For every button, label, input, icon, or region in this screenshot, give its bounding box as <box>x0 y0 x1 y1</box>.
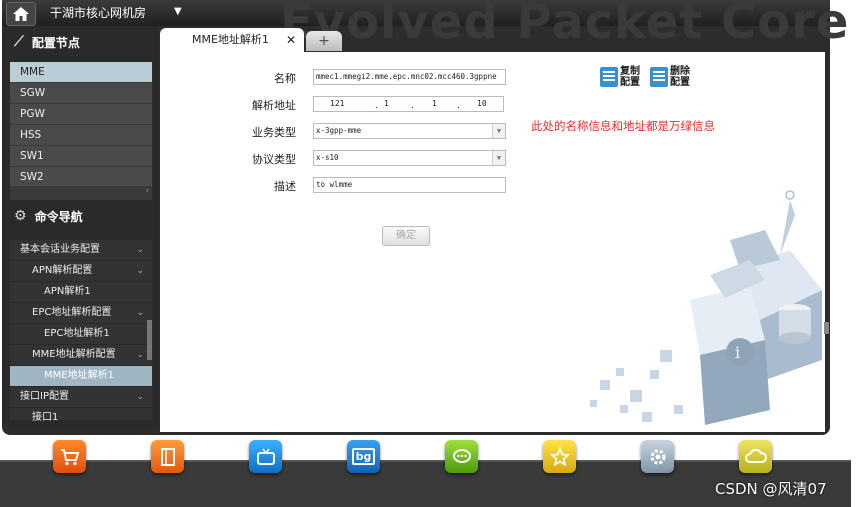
gear-icon: ⚙ <box>14 208 27 224</box>
home-icon <box>13 7 29 21</box>
calendar-text: bg <box>351 448 376 465</box>
cloud-sync-icon <box>744 448 767 463</box>
name-label: 名称 <box>274 72 296 85</box>
tree-item-epc1[interactable]: EPC地址解析1 <box>10 324 152 345</box>
config-nodes-title: 配置节点 <box>31 35 80 50</box>
tree-item-basic-session[interactable]: 基本会话业务配置 ⌄ <box>10 240 152 261</box>
tree-scrollbar[interactable] <box>147 320 152 360</box>
add-tab-button[interactable]: + <box>306 31 342 51</box>
command-nav-title: 命令导航 <box>34 209 83 224</box>
room-dropdown-icon[interactable]: ▼ <box>174 6 182 17</box>
chevron-down-icon: ⌄ <box>136 350 144 360</box>
ip-dot: . <box>456 101 461 110</box>
calendar-icon[interactable]: bg <box>347 440 380 473</box>
svg-text:i: i <box>735 343 740 362</box>
cart-icon <box>60 448 79 465</box>
node-list-scrollbar[interactable]: › <box>10 186 152 200</box>
chevron-right-icon: › <box>145 186 152 196</box>
service-type-select[interactable]: x-3gpp-mme ▼ <box>313 123 506 139</box>
protocol-type-select[interactable]: x-s10 ▼ <box>313 150 506 166</box>
chevron-down-icon[interactable]: ▼ <box>492 151 505 165</box>
command-nav-header: ⚙ 命令导航 <box>6 202 158 230</box>
ip-octet-2[interactable]: 1 <box>384 97 389 111</box>
confirm-button[interactable]: 确定 <box>382 226 430 246</box>
tv-icon[interactable] <box>249 440 282 473</box>
name-input[interactable]: mmec1.mmegi2.mme.epc.mnc02.mcc460.3gppne <box>313 69 506 85</box>
service-type-label: 业务类型 <box>252 126 296 139</box>
book-icon[interactable] <box>151 440 184 473</box>
service-type-value: x-3gpp-mme <box>316 126 362 135</box>
node-item-sw1[interactable]: SW1 <box>10 146 152 167</box>
tree-item-interface-ip[interactable]: 接口IP配置 ⌄ <box>10 387 152 408</box>
node-item-sw2[interactable]: SW2 <box>10 167 152 188</box>
star-icon[interactable] <box>543 440 576 473</box>
ip-dot: . <box>374 101 379 110</box>
panel-resize-handle[interactable] <box>824 322 829 334</box>
node-list: MME SGW PGW HSS SW1 SW2 › <box>10 62 152 200</box>
chevron-down-icon: ⌄ <box>136 245 144 255</box>
ip-octet-1[interactable]: 121 <box>330 97 344 111</box>
television-icon <box>256 448 275 465</box>
node-item-hss[interactable]: HSS <box>10 125 152 146</box>
speech-bubble-icon <box>452 448 471 463</box>
tree-item-epc-config[interactable]: EPC地址解析配置 ⌄ <box>10 303 152 324</box>
address-label: 解析地址 <box>252 99 296 112</box>
command-tree: 基本会话业务配置 ⌄ APN解析配置 ⌄ APN解析1 EPC地址解析配置 ⌄ EPC… <box>10 240 152 429</box>
cloud-icon[interactable] <box>739 440 772 473</box>
tree-item-apn1[interactable]: APN解析1 <box>10 282 152 303</box>
ip-octet-3[interactable]: 1 <box>432 97 437 111</box>
settings-gear-icon[interactable] <box>641 440 674 473</box>
protocol-type-label: 协议类型 <box>252 153 296 166</box>
node-icon: ⟋ <box>14 34 24 50</box>
chevron-down-icon: ⌄ <box>136 308 144 318</box>
chevron-down-icon[interactable]: ▼ <box>492 124 505 138</box>
ip-dot: . <box>410 101 415 110</box>
favorite-star-icon <box>549 446 570 466</box>
tab-mme-address-1[interactable]: MME地址解析1 ✕ <box>160 28 304 52</box>
copy-config-button[interactable]: 复制 配置 <box>600 66 640 88</box>
close-icon[interactable]: ✕ <box>286 28 296 52</box>
annotation-note: 此处的名称信息和地址都是万绿信息 <box>531 119 715 133</box>
tab-label: MME地址解析1 <box>192 33 269 46</box>
tree-item-mme-config[interactable]: MME地址解析配置 ⌄ <box>10 345 152 366</box>
ip-octet-4[interactable]: 10 <box>477 97 487 111</box>
shop-icon[interactable] <box>53 440 86 473</box>
chevron-down-icon: ⌄ <box>136 392 144 402</box>
chevron-down-icon: ⌄ <box>136 266 144 276</box>
tree-item-mme1[interactable]: MME地址解析1 <box>10 366 152 387</box>
node-item-pgw[interactable]: PGW <box>10 104 152 125</box>
delete-config-button[interactable]: 删除 配置 <box>650 66 690 88</box>
config-nodes-header: ⟋ 配置节点 <box>6 28 158 56</box>
watermark-title: Evolved Packet Core <box>280 0 850 50</box>
node-item-mme[interactable]: MME <box>10 62 152 83</box>
description-input[interactable]: to wlmme <box>313 177 506 193</box>
tree-item-apn-config[interactable]: APN解析配置 ⌄ <box>10 261 152 282</box>
tree-item-interface1[interactable]: 接口1 <box>10 408 152 429</box>
room-title[interactable]: 干湖市核心网机房 <box>50 4 146 21</box>
credit-watermark: CSDN @风清07 <box>715 480 827 498</box>
node-item-sgw[interactable]: SGW <box>10 83 152 104</box>
protocol-type-value: x-s10 <box>316 153 339 162</box>
network-decoration-image: i <box>590 190 822 425</box>
notebook-icon <box>160 447 175 466</box>
copy-icon <box>600 67 618 87</box>
gear-icon <box>650 449 665 464</box>
home-button[interactable] <box>6 2 36 26</box>
description-label: 描述 <box>274 180 296 193</box>
chat-icon[interactable] <box>445 440 478 473</box>
delete-icon <box>650 67 668 87</box>
ip-address-input[interactable]: 121 . 1 . 1 . 10 <box>313 96 504 112</box>
